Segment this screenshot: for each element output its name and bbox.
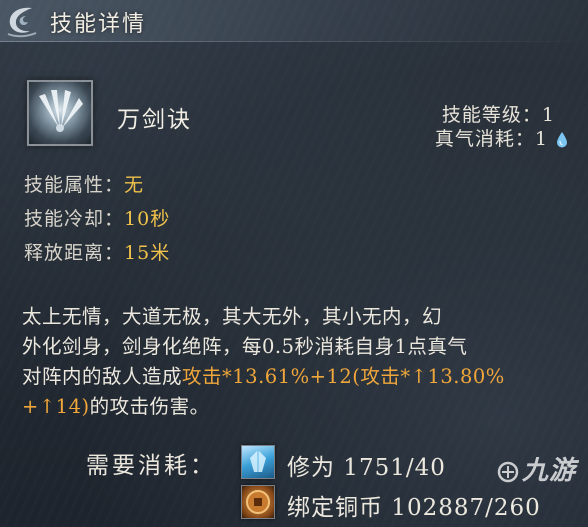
cost-cultivation: 修为 1751/40	[287, 455, 446, 481]
crystal-glyph	[250, 450, 266, 472]
title-bar: 技能详情	[0, 0, 588, 42]
sword-fan-icon[interactable]	[27, 80, 93, 146]
attribute-row: 技能冷却：10秒	[24, 204, 170, 231]
attribute-label: 技能属性：	[24, 174, 125, 196]
skill-level-row: 技能等级：1	[442, 100, 567, 127]
damage-formula: 攻击*13.61%+12(攻击*↑13.80%	[182, 365, 505, 388]
attribute-row: 技能属性：无	[24, 170, 144, 197]
qi-cost-row: 真气消耗：1	[435, 124, 567, 151]
description-text: 的攻击伤害。	[89, 395, 210, 418]
swirl-emblem-icon	[7, 7, 37, 38]
attribute-row: 释放距离：15米	[24, 238, 170, 265]
watermark-logo-icon	[497, 461, 519, 483]
attribute-label: 释放距离：	[24, 242, 125, 264]
cultivation-crystal-icon	[241, 445, 275, 479]
coin-glyph	[246, 490, 270, 514]
skill-name: 万剑诀	[117, 107, 192, 133]
watermark-text: 九游	[521, 456, 576, 486]
qi-cost-label: 真气消耗：	[434, 128, 535, 150]
description-line: +↑14)的攻击伤害。	[22, 392, 578, 422]
description-text: 对阵内的敌人造成	[22, 365, 183, 388]
attribute-label: 技能冷却：	[24, 208, 125, 230]
attribute-value: 10秒	[124, 208, 171, 230]
water-drop-icon	[557, 132, 567, 148]
description-line: 对阵内的敌人造成攻击*13.61%+12(攻击*↑13.80%	[22, 362, 578, 392]
qi-cost-value: 1	[534, 128, 548, 150]
panel-title: 技能详情	[50, 12, 147, 37]
skill-level-label: 技能等级：	[441, 104, 542, 126]
cost-copper-coin: 绑定铜币 102887/260	[287, 495, 541, 521]
skill-level-value: 1	[541, 104, 555, 126]
watermark: 九游	[497, 450, 576, 487]
sword-fan-glyph	[39, 90, 83, 132]
attribute-value: 15米	[124, 242, 171, 264]
skill-description: 太上无情，大道无极，其大无外，其小无内，幻 外化剑身，剑身化绝阵，每0.5秒消耗…	[22, 302, 578, 422]
damage-formula-end: +↑14)	[22, 395, 90, 418]
bound-copper-coin-icon	[241, 485, 275, 519]
cost-label: 需要消耗：	[86, 453, 216, 479]
description-line: 外化剑身，剑身化绝阵，每0.5秒消耗自身1点真气	[22, 335, 468, 358]
attribute-value: 无	[124, 174, 145, 196]
skill-detail-panel: 技能详情 万剑诀 技能等级：1 真气消耗：1 技能属性：无 技能冷却：10秒 释…	[0, 0, 588, 527]
description-line: 太上无情，大道无极，其大无外，其小无内，幻	[22, 305, 443, 328]
